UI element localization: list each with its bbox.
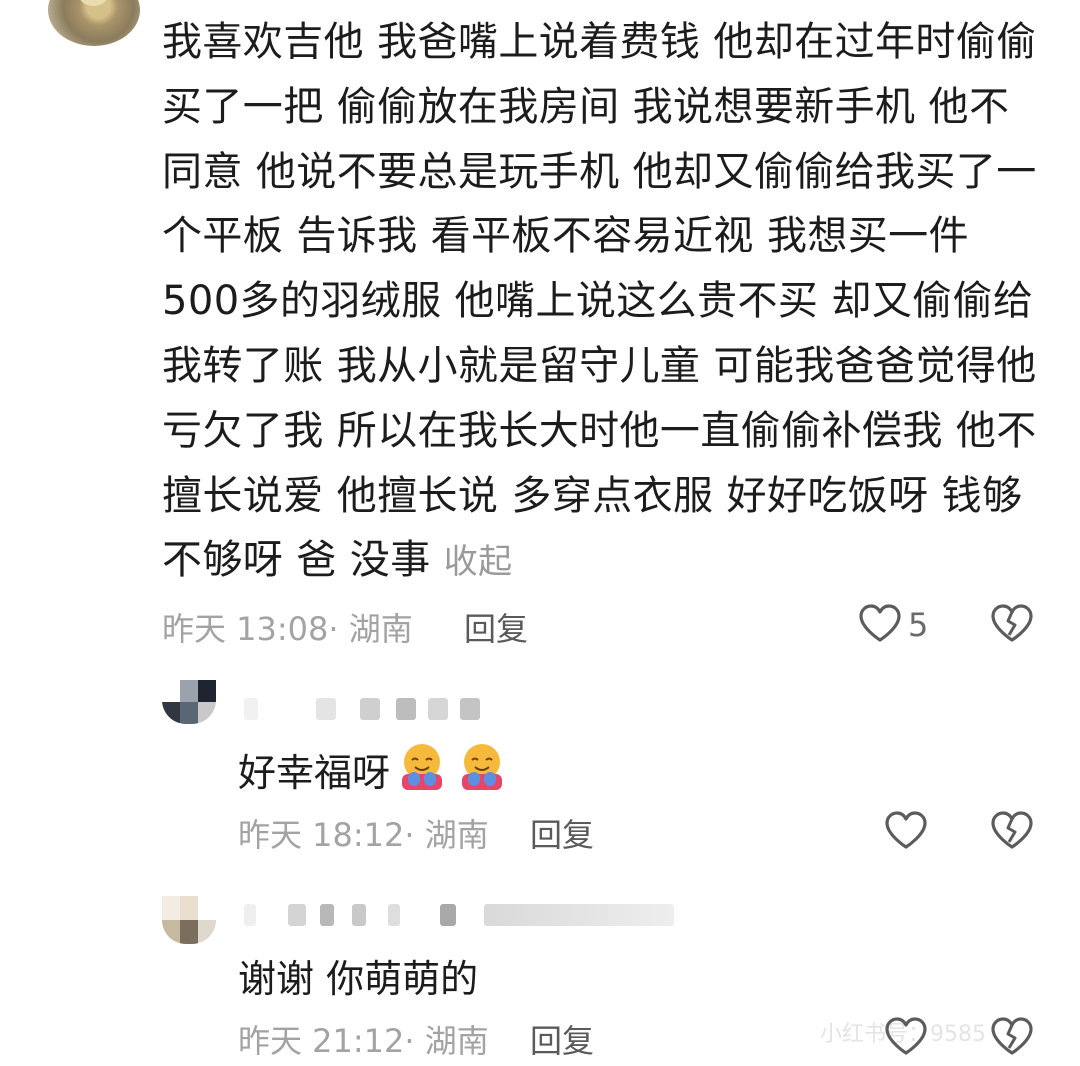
reply-username-blurred xyxy=(244,904,684,926)
reply-username-blurred xyxy=(244,698,484,720)
heart-icon[interactable] xyxy=(884,810,928,850)
user-avatar[interactable] xyxy=(48,0,140,46)
heart-icon[interactable] xyxy=(858,603,902,643)
like-count: 5 xyxy=(908,606,929,644)
reply-button[interactable]: 回复 xyxy=(464,604,528,650)
reply-time: 昨天 21:12 xyxy=(238,1022,405,1060)
reply-button[interactable]: 回复 xyxy=(530,1016,594,1062)
comment-body: 我喜欢吉他 我爸嘴上说着费钱 他却在过年时偷偷买了一把 偷偷放在我房间 我说想要… xyxy=(162,10,1042,595)
reply-time: 昨天 18:12 xyxy=(238,816,405,854)
comment-text: 我喜欢吉他 我爸嘴上说着费钱 他却在过年时偷偷买了一把 偷偷放在我房间 我说想要… xyxy=(162,19,1037,584)
collapse-link[interactable]: 收起 xyxy=(444,542,513,582)
reply-text: 谢谢 你萌萌的 xyxy=(238,957,479,1001)
reply-location: · 湖南 xyxy=(404,816,489,854)
reply-meta: 昨天 21:12· 湖南 xyxy=(238,1016,489,1062)
reply-avatar[interactable] xyxy=(162,680,216,724)
reply-text: 好幸福呀 xyxy=(238,751,391,795)
reply-meta: 昨天 18:12· 湖南 xyxy=(238,810,489,856)
hugging-face-emoji xyxy=(402,744,442,790)
hugging-face-emoji xyxy=(462,744,502,790)
avatar-figure xyxy=(78,0,108,6)
heart-icon[interactable] xyxy=(884,1016,928,1056)
comment-time: 昨天 13:08 xyxy=(162,610,329,648)
broken-heart-icon[interactable] xyxy=(990,1016,1034,1056)
reply-button[interactable]: 回复 xyxy=(530,810,594,856)
broken-heart-icon[interactable] xyxy=(990,603,1034,643)
broken-heart-icon[interactable] xyxy=(990,810,1034,850)
reply-avatar[interactable] xyxy=(162,896,216,944)
comment-meta: 昨天 13:08· 湖南 xyxy=(162,604,413,650)
comment-location: · 湖南 xyxy=(328,610,413,648)
reply-location: · 湖南 xyxy=(404,1022,489,1060)
